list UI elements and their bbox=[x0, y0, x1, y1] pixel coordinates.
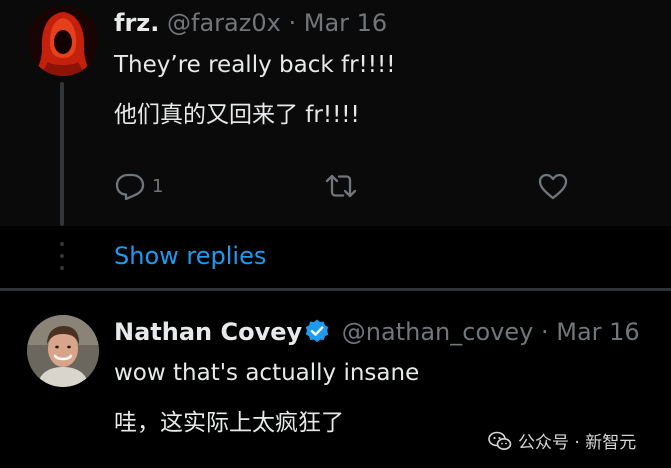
man-photo-icon bbox=[27, 315, 99, 387]
author-handle[interactable]: @nathan_covey bbox=[342, 318, 534, 346]
wechat-watermark: 公众号 · 新智元 bbox=[488, 428, 636, 453]
tweet-text-chinese: 他们真的又回来了 fr!!!! bbox=[114, 102, 360, 128]
tweet-actions: 1 bbox=[0, 166, 671, 206]
avatar-nathan-covey[interactable] bbox=[27, 315, 99, 387]
tweet-header: Nathan Covey @nathan_covey · Mar 16 bbox=[114, 315, 640, 353]
show-replies-row[interactable] bbox=[0, 226, 671, 288]
tweet-text-chinese: 哇，这实际上太疯狂了 bbox=[114, 410, 344, 436]
tweet-date[interactable]: Mar 16 bbox=[556, 318, 639, 346]
tweet-date[interactable]: Mar 16 bbox=[304, 9, 387, 37]
reply-icon bbox=[115, 173, 145, 201]
header-separator: · bbox=[288, 9, 297, 37]
verified-badge-icon bbox=[304, 318, 330, 353]
tweet-text-english: wow that's actually insane bbox=[114, 360, 420, 386]
retweet-icon bbox=[325, 174, 357, 198]
wechat-icon bbox=[488, 431, 512, 450]
reply-count: 1 bbox=[152, 175, 164, 197]
author-name[interactable]: Nathan Covey bbox=[114, 318, 302, 346]
tweet-header: frz. @faraz0x · Mar 16 bbox=[114, 6, 387, 40]
retweet-button[interactable] bbox=[324, 171, 358, 201]
header-separator: · bbox=[540, 318, 549, 346]
author-name[interactable]: frz. bbox=[114, 9, 159, 37]
like-button[interactable] bbox=[537, 171, 569, 201]
red-hooded-figure-icon bbox=[28, 6, 98, 76]
tweet-text-english: They’re really back fr!!!! bbox=[114, 52, 396, 78]
avatar-frz[interactable] bbox=[28, 6, 98, 76]
reply-button[interactable]: 1 bbox=[114, 171, 163, 201]
author-handle[interactable]: @faraz0x bbox=[167, 9, 281, 37]
show-replies-link[interactable]: Show replies bbox=[114, 239, 266, 273]
watermark-text: 公众号 · 新智元 bbox=[518, 433, 637, 453]
thread-more-dots bbox=[60, 242, 64, 278]
tweet-thread: frz. @faraz0x · Mar 16 They’re really ba… bbox=[0, 0, 671, 468]
heart-icon bbox=[538, 173, 568, 200]
